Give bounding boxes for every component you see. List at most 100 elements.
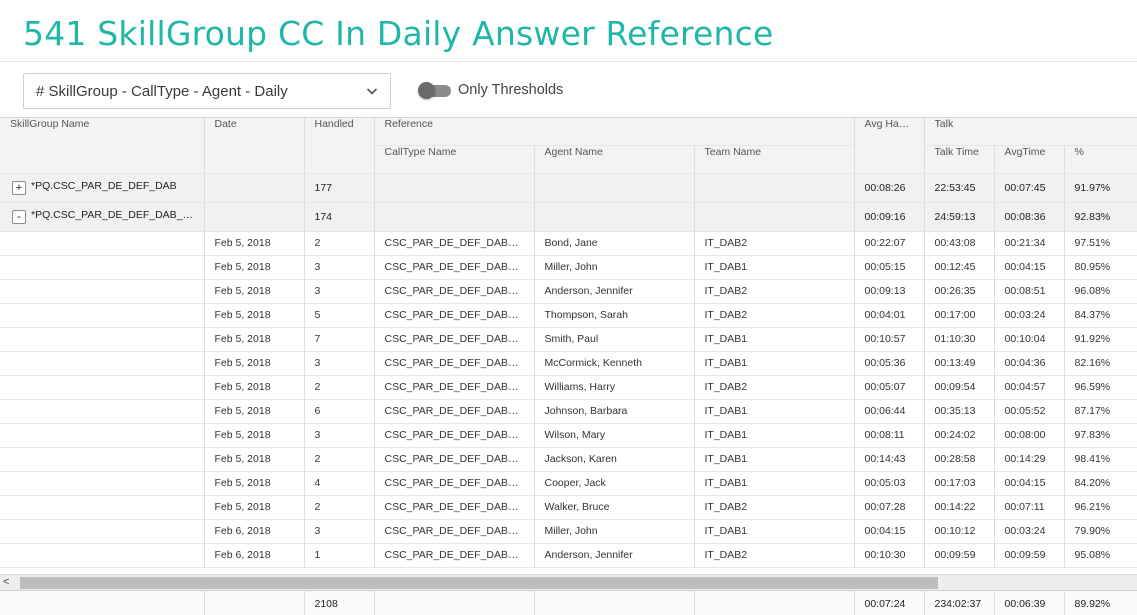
group-avg-handle: 00:09:16 (854, 202, 925, 232)
row-agent-name: McCormick, Kenneth (534, 351, 695, 376)
group-avg-time: 00:07:45 (994, 173, 1065, 203)
row-talk-time: 00:24:02 (924, 423, 995, 448)
header-avg-time[interactable]: AvgTime (994, 145, 1065, 174)
row-percent: 97.83% (1064, 423, 1137, 448)
horizontal-scrollbar[interactable]: < (0, 574, 1137, 590)
row-skillgroup-cell (0, 519, 205, 544)
row-talk-time: 00:43:08 (924, 231, 995, 256)
group-skillgroup-cell: - *PQ.CSC_PAR_DE_DEF_DAB_US1 (0, 202, 205, 232)
row-avg-time: 00:03:24 (994, 519, 1065, 544)
only-thresholds-toggle[interactable]: Only Thresholds (418, 80, 563, 100)
row-talk-time: 00:17:03 (924, 471, 995, 496)
chevron-down-icon (366, 88, 378, 95)
row-percent: 84.37% (1064, 303, 1137, 328)
row-agent-name: Cooper, Jack (534, 471, 695, 496)
table-row[interactable]: Feb 5, 2018 2 CSC_PAR_DE_DEF_DAB_US1… Willi… (0, 375, 1137, 400)
group-calltype-cell (374, 202, 535, 232)
table-row[interactable]: Feb 5, 2018 2 CSC_PAR_DE_DEF_DAB_US1… Walke… (0, 495, 1137, 520)
table-row[interactable]: Feb 5, 2018 3 CSC_PAR_DE_DEF_DAB_US1… Mille… (0, 255, 1137, 280)
report-view-select[interactable]: # SkillGroup - CallType - Agent - Daily (23, 73, 391, 109)
table-row[interactable]: Feb 5, 2018 7 CSC_PAR_DE_DEF_DAB_US1… Smith… (0, 327, 1137, 352)
header-agent-name[interactable]: Agent Name (534, 145, 695, 174)
table-row[interactable]: Feb 5, 2018 6 CSC_PAR_DE_DEF_DAB_US1… Johns… (0, 399, 1137, 424)
row-handled: 6 (304, 399, 375, 424)
row-skillgroup-cell (0, 279, 205, 304)
table-row[interactable]: Feb 5, 2018 2 CSC_PAR_DE_DEF_DAB_US1… Bond,… (0, 231, 1137, 256)
row-team-name: IT_DAB1 (694, 471, 855, 496)
header-avg-handle[interactable]: Avg Handl… (854, 118, 925, 174)
header-team-name[interactable]: Team Name (694, 145, 855, 174)
row-avg-handle: 00:04:15 (854, 519, 925, 544)
header-handled[interactable]: Handled (304, 118, 375, 174)
total-agent-cell (534, 590, 695, 615)
table-row[interactable]: Feb 5, 2018 3 CSC_PAR_DE_DEF_DAB_US1… Ander… (0, 279, 1137, 304)
table-row[interactable]: Feb 5, 2018 3 CSC_PAR_DE_DEF_DAB_US1… Wilso… (0, 423, 1137, 448)
row-agent-name: Walker, Bruce (534, 495, 695, 520)
expand-button[interactable]: + (12, 181, 26, 195)
row-handled: 3 (304, 423, 375, 448)
group-percent: 91.97% (1064, 173, 1137, 203)
row-handled: 7 (304, 327, 375, 352)
group-calltype-cell (374, 173, 535, 203)
row-team-name: IT_DAB2 (694, 231, 855, 256)
row-team-name: IT_DAB2 (694, 279, 855, 304)
group-skillgroup-cell: + *PQ.CSC_PAR_DE_DEF_DAB (0, 173, 205, 203)
row-handled: 3 (304, 279, 375, 304)
header-percent[interactable]: % (1064, 145, 1137, 174)
table-row[interactable]: Feb 5, 2018 2 CSC_PAR_DE_DEF_DAB_US1… Jacks… (0, 447, 1137, 472)
row-skillgroup-cell (0, 255, 205, 280)
row-avg-handle: 00:05:03 (854, 471, 925, 496)
row-calltype-name: CSC_PAR_DE_DEF_DAB_US1… (374, 543, 535, 568)
row-calltype-name: CSC_PAR_DE_DEF_DAB_US1… (374, 279, 535, 304)
scrollbar-thumb[interactable] (20, 577, 938, 589)
scroll-left-icon[interactable]: < (3, 576, 9, 588)
row-avg-handle: 00:09:13 (854, 279, 925, 304)
row-skillgroup-cell (0, 231, 205, 256)
header-calltype-name[interactable]: CallType Name (374, 145, 535, 174)
table-row[interactable]: Feb 6, 2018 1 CSC_PAR_DE_DEF_DAB_US1… Ander… (0, 543, 1137, 568)
group-handled: 174 (304, 202, 375, 232)
header-date[interactable]: Date (204, 118, 305, 174)
row-skillgroup-cell (0, 543, 205, 568)
row-percent: 96.59% (1064, 375, 1137, 400)
total-talk-time: 234:02:37 (924, 590, 995, 615)
toggle-knob (418, 81, 435, 99)
header-skillgroup-name[interactable]: SkillGroup Name (0, 118, 205, 174)
row-talk-time: 00:17:00 (924, 303, 995, 328)
row-agent-name: Jackson, Karen (534, 447, 695, 472)
row-handled: 2 (304, 447, 375, 472)
table-row[interactable]: Feb 5, 2018 3 CSC_PAR_DE_DEF_DAB_US1… McCor… (0, 351, 1137, 376)
row-handled: 2 (304, 231, 375, 256)
row-handled: 2 (304, 495, 375, 520)
page-title: 541 SkillGroup CC In Daily Answer Refere… (23, 14, 774, 53)
row-talk-time: 00:14:22 (924, 495, 995, 520)
row-calltype-name: CSC_PAR_DE_DEF_DAB_US1… (374, 519, 535, 544)
header-reference-group: Reference (374, 118, 855, 146)
row-handled: 3 (304, 351, 375, 376)
row-calltype-name: CSC_PAR_DE_DEF_DAB_US1… (374, 495, 535, 520)
row-avg-handle: 00:10:57 (854, 327, 925, 352)
toggle-switch[interactable] (418, 81, 451, 99)
table-row[interactable]: Feb 5, 2018 5 CSC_PAR_DE_DEF_DAB_US1… Thomp… (0, 303, 1137, 328)
group-row: + *PQ.CSC_PAR_DE_DEF_DAB 177 00:08:26 22:53:… (0, 173, 1137, 203)
row-avg-time: 00:05:52 (994, 399, 1065, 424)
row-avg-time: 00:08:00 (994, 423, 1065, 448)
row-avg-time: 00:04:15 (994, 255, 1065, 280)
row-agent-name: Bond, Jane (534, 231, 695, 256)
collapse-button[interactable]: - (12, 210, 26, 224)
row-date: Feb 5, 2018 (204, 495, 305, 520)
row-talk-time: 01:10:30 (924, 327, 995, 352)
row-agent-name: Anderson, Jennifer (534, 279, 695, 304)
row-agent-name: Johnson, Barbara (534, 399, 695, 424)
row-percent: 97.51% (1064, 231, 1137, 256)
totals-row: 2108 00:07:24 234:02:37 00:06:39 89.92% (0, 590, 1137, 615)
row-date: Feb 5, 2018 (204, 351, 305, 376)
table-row[interactable]: Feb 6, 2018 3 CSC_PAR_DE_DEF_DAB_US1… Mille… (0, 519, 1137, 544)
table-row[interactable]: Feb 5, 2018 4 CSC_PAR_DE_DEF_DAB_US1… Coope… (0, 471, 1137, 496)
row-percent: 87.17% (1064, 399, 1137, 424)
row-date: Feb 5, 2018 (204, 255, 305, 280)
row-team-name: IT_DAB2 (694, 303, 855, 328)
header-talk-time[interactable]: Talk Time (924, 145, 995, 174)
row-agent-name: Anderson, Jennifer (534, 543, 695, 568)
report-view-select-value: # SkillGroup - CallType - Agent - Daily (36, 82, 288, 100)
